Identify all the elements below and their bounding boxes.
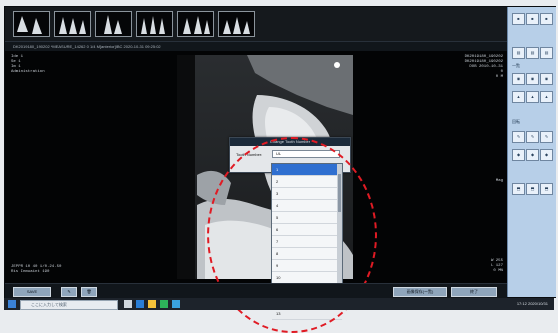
app-icon[interactable]: [172, 300, 180, 308]
thumbnail-3[interactable]: [95, 11, 132, 37]
windows-start-icon[interactable]: [8, 300, 16, 308]
system-tray: 17:12 2020/10/31: [517, 300, 548, 308]
overlay-bottom-left: JEPPR 10 40 1/0.24.50 Ris Inmuaint 190: [11, 265, 61, 275]
taskbar-search[interactable]: ここに入力して検索: [20, 300, 118, 310]
overlay-line: Administration: [11, 70, 45, 74]
trash-button[interactable]: 🗑: [81, 287, 97, 297]
monitor-screen: DK2019180_190202 *MEASURE_14262 0 1/4 M[…: [4, 6, 556, 333]
overlay-line: JEPPR 10 40 1/0.24.50: [11, 265, 62, 269]
windows-taskbar: ここに入力して検索 17:12 2020/10/31: [4, 298, 554, 310]
tool-panel: ■ ■ ■ ▤ ▤ ▤ 一覧 ◉ ◉ ◉ ▲ ▲ ▲ 回転 ✎ ✎ ✎ ◆ ◆ …: [507, 7, 556, 297]
tool-button[interactable]: ◉: [512, 73, 525, 85]
thumbnail-1[interactable]: [13, 11, 50, 37]
panel-label: 一覧: [512, 63, 520, 68]
tool-button[interactable]: ◆: [512, 149, 525, 161]
tool-button[interactable]: ◆: [526, 149, 539, 161]
folder-icon[interactable]: [148, 300, 156, 308]
tool-button[interactable]: ▤: [526, 47, 539, 59]
tool-button[interactable]: ✎: [512, 131, 525, 143]
done-button[interactable]: 終了: [451, 287, 497, 297]
edit-button[interactable]: ✎: [61, 287, 77, 297]
tool-button[interactable]: ▲: [526, 91, 539, 103]
overlay-top-right: DK2019180_190202 DK2019180_190202 DOB 20…: [465, 55, 503, 80]
tool-button[interactable]: ⬒: [526, 183, 539, 195]
overlay-line: Ris Inmuaint 190: [11, 270, 50, 274]
tool-button[interactable]: ■: [512, 13, 525, 25]
bottom-toolbar: SAVE ✎ 🗑 画像保存(ー覧) 終了: [5, 283, 507, 298]
overlay-line: DK2019180_190202: [464, 55, 503, 59]
overlay-line: Ide 1: [11, 55, 24, 59]
save-button[interactable]: SAVE: [13, 287, 51, 297]
tool-button[interactable]: ✎: [540, 131, 553, 143]
thumbnail-2[interactable]: [54, 11, 91, 37]
overlay-line: W 255: [490, 259, 503, 263]
tool-button[interactable]: ▲: [512, 91, 525, 103]
tool-button[interactable]: ✎: [526, 131, 539, 143]
tool-button[interactable]: ▤: [540, 47, 553, 59]
tool-button[interactable]: ▲: [540, 91, 553, 103]
panel-label: 回転: [512, 119, 520, 124]
edge-icon[interactable]: [136, 300, 144, 308]
image-info-text: DK2019180_190202 *MEASURE_14262 0 1/4 M[…: [13, 44, 161, 49]
overlay-top-left: Ide 1 Se 1 Im 1 Administration: [11, 55, 45, 75]
overlay-line: 0 M: [495, 75, 503, 79]
xray-viewer[interactable]: Ide 1 Se 1 Im 1 Administration DK2019180…: [5, 51, 507, 333]
tool-button[interactable]: ▤: [512, 47, 525, 59]
overlay-line: DOB 2010-10-31: [469, 65, 503, 69]
overlay-line: Im 1: [11, 65, 21, 69]
tool-button[interactable]: ◆: [540, 149, 553, 161]
overlay-mag: Mag: [495, 179, 503, 183]
tool-button[interactable]: ⬒: [540, 183, 553, 195]
save-image-list-button[interactable]: 画像保存(ー覧): [393, 287, 447, 297]
tool-button[interactable]: ■: [540, 13, 553, 25]
overlay-line: 0 M%: [493, 269, 503, 273]
thumbnail-strip: [5, 7, 507, 41]
tool-button[interactable]: ⬒: [512, 183, 525, 195]
overlay-line: Se 1: [11, 60, 21, 64]
tool-button[interactable]: ◉: [526, 73, 539, 85]
overlay-line: DK2019180_190202: [464, 60, 503, 64]
tool-button[interactable]: ◉: [540, 73, 553, 85]
tool-button[interactable]: ■: [526, 13, 539, 25]
tray-time: 17:12: [516, 301, 527, 306]
thumbnail-5[interactable]: [177, 11, 214, 37]
tray-date: 2020/10/31: [527, 301, 548, 306]
thumbnail-6[interactable]: [218, 11, 255, 37]
overlay-bottom-right: W 255 L 127 0 M%: [491, 259, 503, 274]
overlay-line: L 127: [490, 264, 503, 268]
thumbnail-4[interactable]: [136, 11, 173, 37]
app-icon[interactable]: [160, 300, 168, 308]
task-view-icon[interactable]: [124, 300, 132, 308]
overlay-line: 0: [500, 70, 503, 74]
taskbar-search-placeholder: ここに入力して検索: [31, 302, 67, 307]
